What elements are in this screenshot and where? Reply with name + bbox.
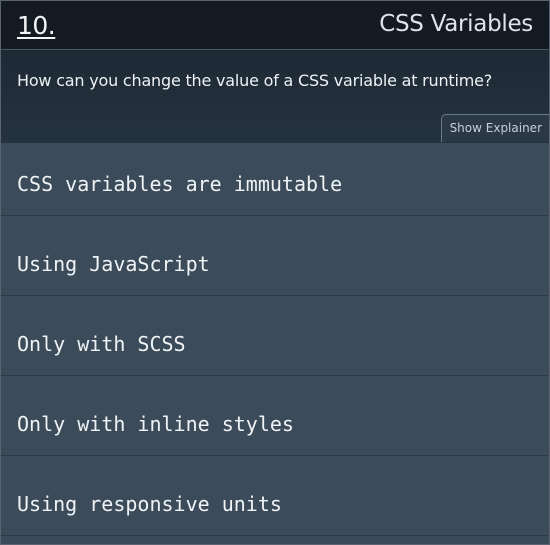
answer-option-label: CSS variables are immutable (17, 172, 343, 196)
answer-option-label: Using responsive units (17, 492, 282, 516)
answer-option-5[interactable]: Using responsive units (1, 456, 549, 536)
question-topic: CSS Variables (379, 11, 533, 37)
answer-option-2[interactable]: Using JavaScript (1, 216, 549, 296)
answer-option-label: Using JavaScript (17, 252, 210, 276)
question-number: 10. (17, 11, 56, 40)
show-explainer-button[interactable]: Show Explainer (440, 114, 549, 142)
question-area: How can you change the value of a CSS va… (1, 50, 549, 143)
answer-options: CSS variables are immutable Using JavaSc… (1, 143, 549, 536)
question-text: How can you change the value of a CSS va… (17, 71, 493, 90)
quiz-card: 10. CSS Variables How can you change the… (0, 0, 550, 545)
answer-option-1[interactable]: CSS variables are immutable (1, 143, 549, 216)
question-header: 10. CSS Variables (1, 1, 549, 50)
answer-option-3[interactable]: Only with SCSS (1, 296, 549, 376)
answer-option-label: Only with inline styles (17, 412, 294, 436)
answer-option-label: Only with SCSS (17, 332, 186, 356)
answer-option-4[interactable]: Only with inline styles (1, 376, 549, 456)
